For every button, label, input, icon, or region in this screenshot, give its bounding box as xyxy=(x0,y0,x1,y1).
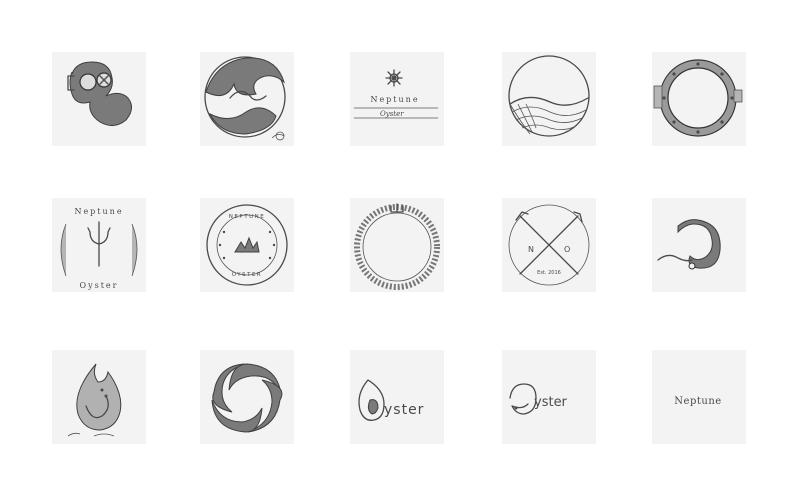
oyster-text: Oyster xyxy=(380,110,404,118)
wave-circle-sketch xyxy=(200,52,294,146)
porthole-sketch xyxy=(652,52,746,146)
est-text: Est. 2016 xyxy=(537,270,561,276)
oyster-text: OYSTER xyxy=(232,272,263,278)
o-letter: O xyxy=(564,245,570,254)
drop-tentacle-sketch xyxy=(52,350,146,444)
n-letter: N xyxy=(528,245,534,254)
trident-laurel-sketch: Neptune Oyster xyxy=(52,198,146,292)
sketch-grid: Neptune Oyster Neptune Oyster NEPTUNE OY… xyxy=(0,0,800,500)
oyster-wordmark-sketch: yster xyxy=(350,350,444,444)
oyster-script-wordmark-sketch: yster xyxy=(502,350,596,444)
sea-waves-circle-sketch xyxy=(502,52,596,146)
neptune-text: NEPTUNE xyxy=(229,214,265,220)
neptune-wordmark-sketch: Neptune xyxy=(652,350,746,444)
yster-text: yster xyxy=(384,402,424,418)
neptune-text: Neptune xyxy=(370,95,419,104)
diving-helmet-sketch xyxy=(52,52,146,146)
neptune-text: Neptune xyxy=(74,207,123,216)
crossed-tridents-sketch: N O Est. 2016 xyxy=(502,198,596,292)
oyster-text: Oyster xyxy=(80,281,119,290)
neptune-text: Neptune xyxy=(674,396,721,407)
swirl-circle-sketch xyxy=(200,350,294,444)
neptune-oyster-wordmark-sketch: Neptune Oyster xyxy=(350,52,444,146)
yster-text: yster xyxy=(534,395,568,410)
neptune-badge-sketch: NEPTUNE OYSTER xyxy=(200,198,294,292)
rope-ring-sketch xyxy=(350,198,444,292)
oyster-curl-sketch xyxy=(652,198,746,292)
